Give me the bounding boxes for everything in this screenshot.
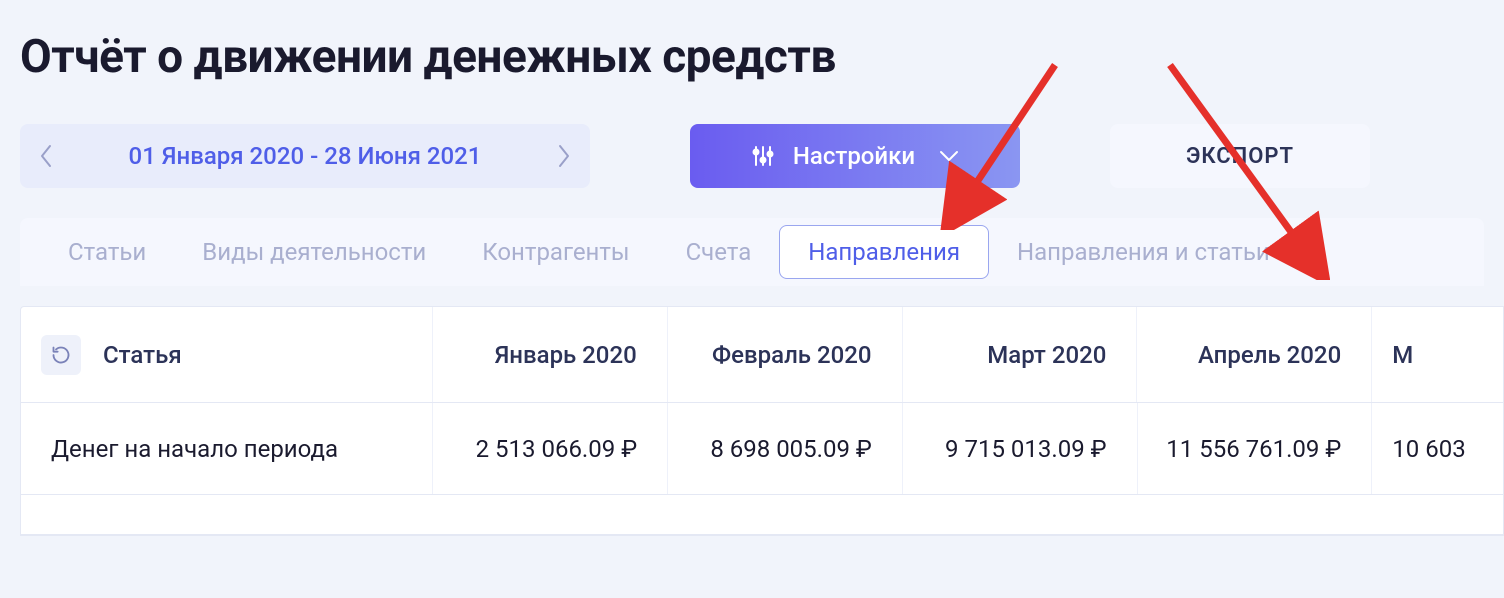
row-cell-partial: 10 603: [1371, 403, 1503, 494]
header-first-label: Статья: [103, 341, 182, 369]
settings-label: Настройки: [793, 142, 915, 170]
date-range-text: 01 Января 2020 - 28 Июня 2021: [62, 142, 548, 170]
chevron-right-icon[interactable]: [548, 144, 580, 168]
refresh-icon[interactable]: [41, 335, 81, 375]
controls-row: 01 Января 2020 - 28 Июня 2021 Настройки …: [0, 124, 1504, 218]
row-cell: 9 715 013.09 ₽: [902, 403, 1137, 494]
table-row-empty: [21, 495, 1503, 535]
tab-activity-types[interactable]: Виды деятельности: [174, 226, 454, 278]
table-header-row: Статья Январь 2020 Февраль 2020 Март 202…: [21, 307, 1503, 403]
tab-counterparties[interactable]: Контрагенты: [454, 226, 657, 278]
report-table: Статья Январь 2020 Февраль 2020 Март 202…: [20, 306, 1504, 536]
col-header-partial: М: [1371, 307, 1503, 402]
page-title: Отчёт о движении денежных средств: [0, 0, 1504, 124]
sliders-icon: [751, 144, 775, 168]
chevron-down-icon: [939, 150, 959, 162]
col-header: Март 2020: [902, 307, 1137, 402]
export-label: ЭКСПОРТ: [1186, 144, 1294, 169]
col-header: Февраль 2020: [667, 307, 902, 402]
tabs-row: Статьи Виды деятельности Контрагенты Сче…: [20, 218, 1484, 286]
tab-directions[interactable]: Направления: [779, 225, 989, 279]
header-first-col: Статья: [21, 335, 432, 375]
table-row: Денег на начало периода 2 513 066.09 ₽ 8…: [21, 403, 1503, 495]
date-range-picker[interactable]: 01 Января 2020 - 28 Июня 2021: [20, 124, 590, 188]
row-label: Денег на начало периода: [21, 435, 432, 463]
tab-accounts[interactable]: Счета: [658, 226, 780, 278]
tab-directions-articles[interactable]: Направления и статьи: [989, 226, 1298, 278]
tab-articles[interactable]: Статьи: [40, 226, 174, 278]
col-header: Январь 2020: [432, 307, 667, 402]
row-cell: 11 556 761.09 ₽: [1137, 403, 1372, 494]
chevron-left-icon[interactable]: [30, 144, 62, 168]
row-cell: 8 698 005.09 ₽: [667, 403, 902, 494]
row-cell: 2 513 066.09 ₽: [432, 403, 667, 494]
settings-button[interactable]: Настройки: [690, 124, 1020, 188]
col-header: Апрель 2020: [1136, 307, 1371, 402]
export-button[interactable]: ЭКСПОРТ: [1110, 124, 1370, 188]
